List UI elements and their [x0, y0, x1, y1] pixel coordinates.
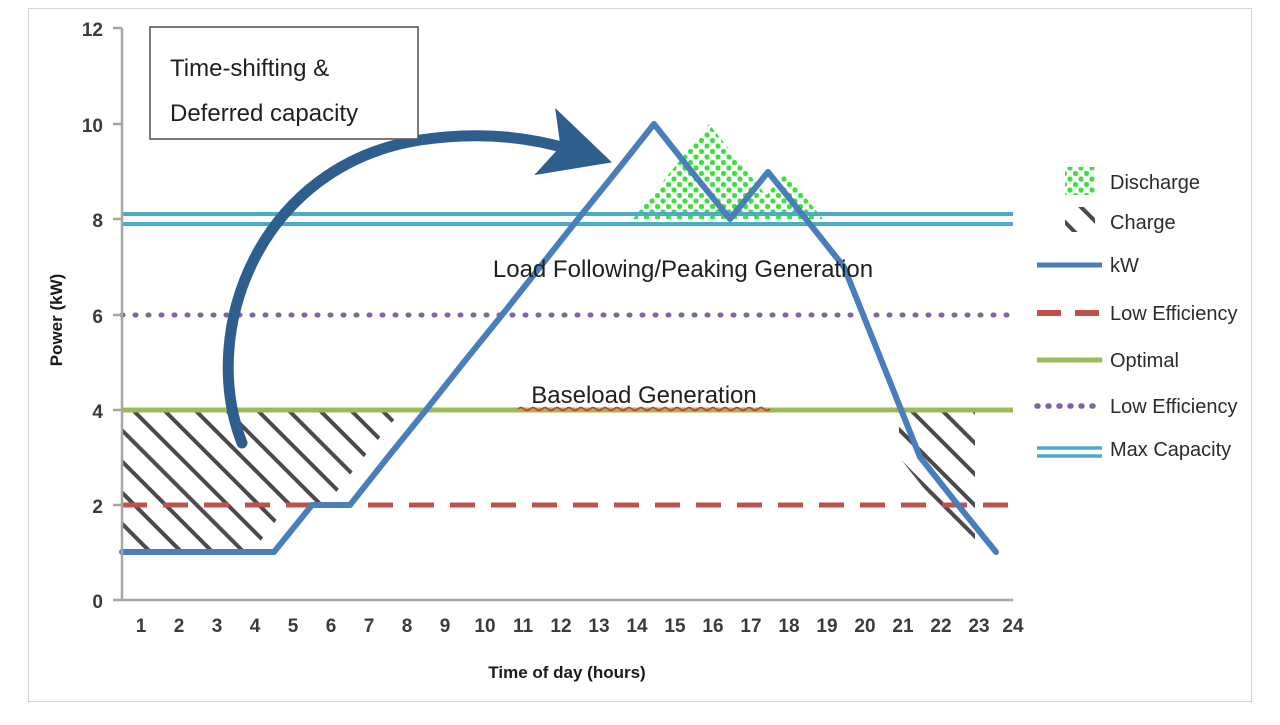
x-tick-label: 14 [626, 616, 648, 637]
x-tick-label: 21 [892, 616, 914, 637]
annotation-baseload: Baseload Generation [531, 382, 757, 409]
x-tick-label: 22 [930, 616, 951, 637]
annotation-load-following: Load Following/Peaking Generation [493, 256, 873, 283]
x-tick-label: 3 [212, 616, 223, 637]
x-tick-label: 20 [854, 616, 875, 637]
x-tick-label: 19 [816, 616, 837, 637]
x-tick-labels: 1 2 3 4 5 6 7 8 9 10 11 12 13 14 15 16 1… [136, 616, 1024, 637]
y-axis [113, 26, 124, 602]
x-tick-label: 16 [702, 616, 723, 637]
x-tick-label: 12 [550, 616, 571, 637]
chart-canvas: 12 10 8 6 4 2 0 Power (kW) 1 2 3 4 5 6 7… [47, 20, 1237, 682]
x-tick-label: 4 [250, 616, 261, 637]
chart-screenshot: 12 10 8 6 4 2 0 Power (kW) 1 2 3 4 5 6 7… [0, 0, 1280, 725]
y-tick-label: 0 [92, 592, 103, 613]
x-tick-label: 6 [326, 616, 337, 637]
y-tick-label: 8 [92, 211, 103, 232]
x-tick-label: 2 [174, 616, 185, 637]
x-tick-label: 8 [402, 616, 413, 637]
legend-label-max-capacity: Max Capacity [1110, 439, 1231, 461]
callout-line-1: Time-shifting & [170, 55, 329, 82]
y-tick-label: 6 [92, 307, 103, 328]
x-axis-title: Time of day (hours) [488, 663, 645, 682]
x-tick-label: 11 [513, 616, 534, 637]
x-tick-label: 13 [588, 616, 609, 637]
legend-label-low-efficiency-red: Low Efficiency [1110, 303, 1237, 325]
max-capacity-double-line [122, 212, 1013, 226]
legend-swatch-max-capacity-icon [1037, 446, 1102, 458]
x-tick-label: 7 [364, 616, 375, 637]
x-tick-label: 10 [474, 616, 495, 637]
legend-label-low-efficiency-purple: Low Efficiency [1110, 396, 1237, 418]
y-tick-label: 4 [92, 402, 103, 423]
x-tick-label: 24 [1002, 616, 1024, 637]
legend-label-optimal: Optimal [1110, 350, 1179, 372]
legend: Discharge Charge kW Low Efficiency Optim… [1034, 167, 1237, 461]
y-axis-title: Power (kW) [47, 274, 66, 367]
legend-label-charge: Charge [1110, 212, 1176, 234]
x-tick-label: 1 [136, 616, 147, 637]
callout-box: Time-shifting & Deferred capacity [149, 26, 419, 140]
x-tick-label: 15 [664, 616, 686, 637]
x-tick-label: 9 [440, 616, 451, 637]
y-tick-label: 2 [92, 497, 103, 518]
y-tick-label: 10 [82, 116, 103, 137]
x-tick-label: 18 [778, 616, 799, 637]
x-tick-label: 5 [288, 616, 299, 637]
x-tick-label: 17 [740, 616, 761, 637]
y-tick-label: 12 [82, 20, 103, 41]
legend-label-discharge: Discharge [1110, 172, 1200, 194]
legend-swatch-discharge-icon [1065, 167, 1095, 195]
legend-swatch-charge-icon [1065, 207, 1095, 232]
legend-label-kw: kW [1110, 255, 1139, 277]
x-tick-label: 23 [968, 616, 989, 637]
callout-line-2: Deferred capacity [170, 100, 358, 127]
